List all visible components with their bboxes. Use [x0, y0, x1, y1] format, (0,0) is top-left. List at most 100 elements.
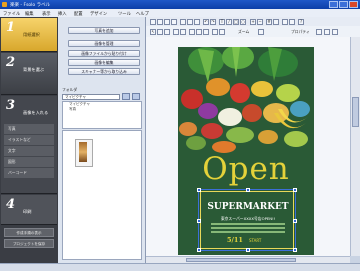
step-number: 2	[6, 55, 16, 70]
fill-icon[interactable]	[212, 28, 218, 35]
manage-images-button[interactable]: 画像を管理	[68, 40, 140, 47]
text-icon[interactable]: T	[219, 18, 225, 25]
help-icon[interactable]: ?	[298, 18, 304, 25]
group-icon[interactable]	[289, 18, 295, 25]
props-icon[interactable]	[316, 28, 322, 35]
step-3[interactable]: 3 画像を入れる 写真 イラストなど 文字 図形 バーコード	[1, 96, 57, 194]
line-icon[interactable]: /	[226, 18, 232, 25]
rotate-icon[interactable]	[157, 28, 163, 35]
zoom-out-icon[interactable]: −	[257, 18, 263, 25]
status-bar	[0, 263, 360, 271]
list-view-icon[interactable]	[122, 93, 130, 100]
print-icon[interactable]	[171, 18, 177, 25]
resize-handle[interactable]	[197, 219, 201, 223]
vegetables-image[interactable]	[178, 47, 314, 157]
show-steps-button[interactable]: 作成手順の表示	[4, 228, 54, 237]
resize-handle[interactable]	[197, 188, 201, 192]
select-icon[interactable]: ↖	[150, 28, 156, 35]
image-panel: 写真を追加 画像を管理 画像ファイルから貼り付け 画像を編集 スキャナー等から取…	[58, 17, 146, 263]
undo-icon[interactable]: ↶	[203, 18, 209, 25]
thumbnail-area	[62, 130, 142, 260]
save-icon[interactable]	[164, 18, 170, 25]
subitem-shape[interactable]: 図形	[4, 157, 54, 167]
settings-icon[interactable]	[332, 28, 338, 35]
step-number: 1	[6, 20, 16, 35]
resize-handle[interactable]	[246, 188, 250, 192]
minimize-button[interactable]	[329, 1, 338, 8]
step-label: 背景を選ぶ	[23, 67, 44, 72]
resize-handle[interactable]	[197, 248, 201, 252]
title-bar: 楽楽 - Fsolo ラベル	[0, 0, 360, 9]
scroll-thumb[interactable]	[186, 258, 296, 262]
folder-select[interactable]: マイピクチャ	[62, 94, 120, 100]
steps-sidebar: 1 用紙選択 2 背景を選ぶ 3 画像を入れる 写真 イラストなど 文字 図形 …	[0, 17, 58, 263]
resize-handle[interactable]	[293, 219, 297, 223]
subitem-text[interactable]: 文字	[4, 146, 54, 156]
import-scanner-button[interactable]: スキャナー等から取り込み	[68, 68, 140, 75]
cut-icon[interactable]	[180, 18, 186, 25]
copy-icon[interactable]	[187, 18, 193, 25]
step-number: 3	[6, 98, 16, 113]
menu-file[interactable]: ファイル	[3, 11, 20, 17]
horizontal-scrollbar[interactable]	[146, 256, 350, 263]
send-back-icon[interactable]	[180, 28, 186, 35]
resize-handle[interactable]	[293, 188, 297, 192]
open-heading[interactable]: Open	[178, 151, 314, 187]
paste-from-file-button[interactable]: 画像ファイルから貼り付け	[68, 50, 140, 57]
layers-icon[interactable]	[273, 18, 279, 25]
step-1[interactable]: 1 用紙選択	[1, 18, 57, 52]
save-project-button[interactable]: プロジェクトを保存	[4, 239, 54, 248]
redo-icon[interactable]: ↷	[210, 18, 216, 25]
stroke-icon[interactable]	[219, 28, 225, 35]
menu-insert[interactable]: 挿入	[58, 11, 67, 17]
add-photo-button[interactable]: 写真を追加	[68, 27, 140, 34]
step-label: 用紙選択	[23, 32, 40, 37]
design-canvas[interactable]: Open SUPERMARKET 東京スーパーXXXX号店OPEN!! 5/11…	[146, 37, 350, 256]
menu-arrange[interactable]: 配置	[74, 11, 83, 17]
paste-icon[interactable]	[194, 18, 200, 25]
selection-box	[197, 188, 297, 252]
scroll-thumb[interactable]	[352, 97, 359, 127]
align-center-icon[interactable]	[196, 28, 202, 35]
step-number: 4	[6, 197, 16, 212]
grid-icon[interactable]: #	[266, 18, 272, 25]
subitem-barcode[interactable]: バーコード	[4, 168, 54, 178]
menu-tools[interactable]: ツール	[118, 11, 131, 17]
vertical-scrollbar[interactable]	[350, 37, 360, 256]
rect-icon[interactable]: □	[233, 18, 239, 25]
folder-item[interactable]: 写真	[63, 107, 141, 112]
resize-handle[interactable]	[293, 248, 297, 252]
folder-label: フォルダ	[62, 87, 78, 92]
edit-image-button[interactable]: 画像を編集	[68, 59, 140, 66]
ellipse-icon[interactable]: ○	[240, 18, 246, 25]
resize-handle[interactable]	[246, 248, 250, 252]
image-thumbnail[interactable]	[75, 139, 93, 167]
menu-help[interactable]: ヘルプ	[136, 11, 149, 17]
maximize-button[interactable]	[339, 1, 348, 8]
align-icon[interactable]	[282, 18, 288, 25]
step-label: 印刷	[23, 209, 32, 214]
zoom-label: ズーム	[238, 29, 250, 34]
thumbnail-view-icon[interactable]	[132, 93, 140, 100]
close-button[interactable]	[349, 1, 358, 8]
layout-icon[interactable]	[324, 28, 330, 35]
align-right-icon[interactable]	[203, 28, 209, 35]
bring-front-icon[interactable]	[173, 28, 179, 35]
menu-design[interactable]: デザイン	[90, 11, 107, 17]
align-left-icon[interactable]	[189, 28, 195, 35]
app-icon	[2, 2, 7, 7]
step-4[interactable]: 4 印刷	[1, 195, 57, 225]
subitem-photo[interactable]: 写真	[4, 124, 54, 134]
step-2[interactable]: 2 背景を選ぶ	[1, 53, 57, 95]
crop-icon[interactable]	[164, 28, 170, 35]
menu-view[interactable]: 表示	[42, 11, 51, 17]
zoom-icon[interactable]	[258, 28, 264, 35]
poster-page[interactable]: Open SUPERMARKET 東京スーパーXXXX号店OPEN!! 5/11…	[178, 47, 314, 255]
zoom-in-icon[interactable]: +	[250, 18, 256, 25]
open-icon[interactable]	[157, 18, 163, 25]
new-icon[interactable]	[150, 18, 156, 25]
folder-list[interactable]: マイピクチャ 写真	[62, 101, 142, 129]
subitem-illustration[interactable]: イラストなど	[4, 135, 54, 145]
menu-edit[interactable]: 編集	[25, 11, 34, 17]
window-title: 楽楽 - Fsolo ラベル	[10, 2, 51, 8]
